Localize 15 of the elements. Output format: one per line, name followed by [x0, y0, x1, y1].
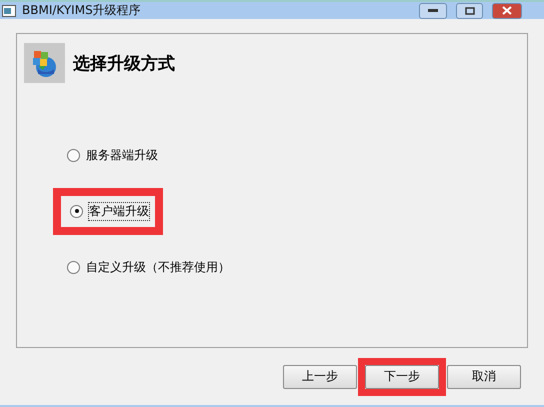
- maximize-icon: [464, 6, 474, 15]
- app-icon: [2, 4, 16, 17]
- window-title: BBMI/KYIMS升级程序: [22, 2, 142, 20]
- dialog-button[interactable]: 下一步: [365, 364, 439, 389]
- radio-option[interactable]: 自定义升级（不推荐使用）: [67, 258, 231, 277]
- close-icon: [502, 6, 512, 16]
- globe-icon: [24, 43, 65, 84]
- minimize-button[interactable]: [419, 2, 447, 19]
- close-button[interactable]: [492, 2, 522, 19]
- maximize-button[interactable]: [456, 2, 483, 19]
- radio-option[interactable]: 服务器端升级: [67, 146, 159, 165]
- minimize-icon: [428, 8, 438, 13]
- dialog-button[interactable]: 取消: [447, 364, 521, 389]
- dialog-button[interactable]: 上一步: [283, 364, 357, 389]
- page-heading: 选择升级方式: [73, 52, 175, 75]
